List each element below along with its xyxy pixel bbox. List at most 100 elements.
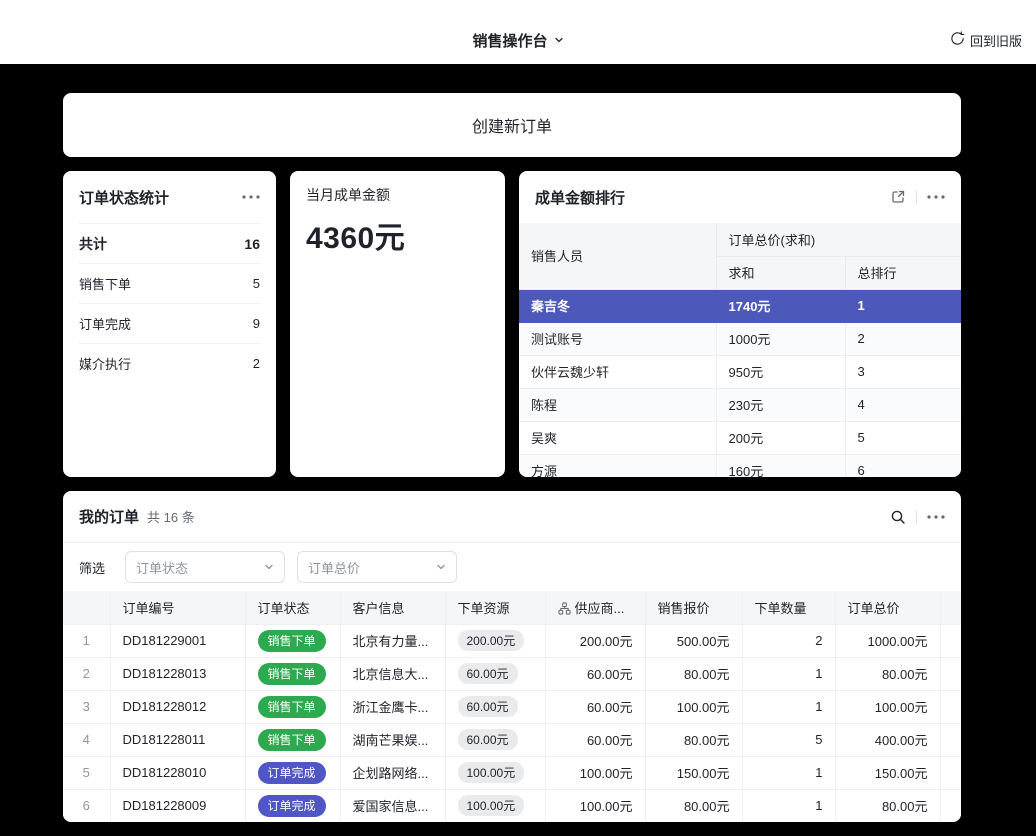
orders-card-header: 我的订单 共 16 条 [63,491,961,543]
status-row[interactable]: 销售下单 5 [79,263,260,303]
col-order-quantity[interactable]: 下单数量 [742,591,835,624]
order-row[interactable]: 2 DD181228013 销售下单 北京信息大... 60.00元 60.00… [63,657,961,690]
resource-tag: 200.00元 [458,630,525,651]
order-quantity: 1 [742,756,835,789]
more-icon[interactable] [927,515,945,519]
status-label: 销售下单 [79,274,131,293]
ranking-table: 销售人员 订单总价(求和) 求和 总排行 秦吉冬 1 [519,223,961,477]
order-number: DD181228013 [110,657,245,690]
order-sum: 950元 [716,355,845,388]
filler-cell [940,624,961,657]
order-status-stats-card: 订单状态统计 共计 16 销售下单 5 [63,171,276,477]
order-quantity: 1 [742,789,835,822]
salesperson-name: 方源 [519,454,716,477]
orders-title: 我的订单 [79,506,139,527]
monthly-amount-value: 4360元 [306,213,489,257]
status-row[interactable]: 订单完成 9 [79,303,260,343]
order-total: 400.00元 [835,723,940,756]
order-status-cell: 订单完成 [245,756,340,789]
order-status-filter[interactable]: 订单状态 [125,551,285,583]
filler-cell [940,789,961,822]
orders-table: 订单编号 订单状态 客户信息 下单资源 供应商... 销售报价 下单数量 订单总… [63,591,961,822]
orders-body: 1 DD181229001 销售下单 北京有力量... 200.00元 200.… [63,624,961,822]
status-card-title: 订单状态统计 [79,187,169,208]
back-to-old-version-button[interactable]: 回到旧版 [950,16,1022,64]
app-title-dropdown[interactable]: 销售操作台 [472,30,563,51]
order-quantity: 5 [742,723,835,756]
sales-quote: 100.00元 [645,690,742,723]
col-order-resource[interactable]: 下单资源 [445,591,545,624]
order-number: DD181229001 [110,624,245,657]
order-total: 100.00元 [835,690,940,723]
order-status-cell: 订单完成 [245,789,340,822]
status-card-header: 订单状态统计 [63,171,276,223]
rank-number: 6 [845,454,961,477]
more-icon[interactable] [927,195,945,199]
order-row[interactable]: 4 DD181228011 销售下单 湖南芒果娱... 60.00元 60.00… [63,723,961,756]
row-index: 1 [63,624,110,657]
col-salesperson: 销售人员 [519,223,716,289]
my-orders-card: 我的订单 共 16 条 筛选 订单状态 [63,491,961,822]
page: 销售操作台 回到旧版 创建新订单 订单状态统计 [0,0,1036,836]
order-row[interactable]: 6 DD181228009 订单完成 爱国家信息... 100.00元 100.… [63,789,961,822]
order-sum: 1740元 [716,289,845,322]
status-list: 共计 16 销售下单 5 订单完成 9 [63,223,276,383]
export-icon[interactable] [890,189,906,205]
col-customer-info[interactable]: 客户信息 [340,591,445,624]
monthly-amount-card: 当月成单金额 4360元 [290,171,505,477]
order-status-cell: 销售下单 [245,624,340,657]
order-number: DD181228011 [110,723,245,756]
orders-header-row: 订单编号 订单状态 客户信息 下单资源 供应商... 销售报价 下单数量 订单总… [63,591,961,624]
col-sales-quote[interactable]: 销售报价 [645,591,742,624]
col-sum: 求和 [716,256,845,289]
column-filler [940,591,961,624]
status-badge: 订单完成 [258,795,326,817]
col-order-total[interactable]: 订单总价 [835,591,940,624]
search-icon[interactable] [890,509,906,525]
ranking-row[interactable]: 方源 160元 6 [519,454,961,477]
resource-tag: 100.00元 [458,795,525,816]
ranking-row[interactable]: 秦吉冬 1740元 1 [519,289,961,322]
divider [916,510,917,524]
order-total: 80.00元 [835,657,940,690]
filter-row: 筛选 订单状态 订单总价 [63,543,961,591]
create-order-button[interactable]: 创建新订单 [63,93,961,157]
order-total: 80.00元 [835,789,940,822]
filler-cell [940,723,961,756]
resource-cell: 200.00元 [445,624,545,657]
stats-row: 订单状态统计 共计 16 销售下单 5 [63,171,961,477]
ranking-row[interactable]: 吴爽 200元 5 [519,421,961,454]
status-value: 9 [253,316,260,331]
supplier-price: 60.00元 [545,723,645,756]
status-row[interactable]: 媒介执行 2 [79,343,260,383]
ranking-row[interactable]: 测试账号 1000元 2 [519,322,961,355]
order-row[interactable]: 1 DD181229001 销售下单 北京有力量... 200.00元 200.… [63,624,961,657]
supplier-price: 60.00元 [545,657,645,690]
resource-cell: 60.00元 [445,657,545,690]
ranking-row[interactable]: 陈程 230元 4 [519,388,961,421]
status-row[interactable]: 共计 16 [79,223,260,263]
col-order-status[interactable]: 订单状态 [245,591,340,624]
status-badge: 销售下单 [258,729,326,751]
col-order-number[interactable]: 订单编号 [110,591,245,624]
order-total-filter-value: 订单总价 [308,558,360,577]
order-row[interactable]: 5 DD181228010 订单完成 企划路网络... 100.00元 100.… [63,756,961,789]
row-index: 3 [63,690,110,723]
sales-quote: 80.00元 [645,723,742,756]
order-row[interactable]: 3 DD181228012 销售下单 浙江金鹰卡... 60.00元 60.00… [63,690,961,723]
more-icon[interactable] [242,195,260,199]
col-supplier[interactable]: 供应商... [545,591,645,624]
order-total-filter[interactable]: 订单总价 [297,551,457,583]
resource-cell: 100.00元 [445,756,545,789]
resource-tag: 100.00元 [458,762,525,783]
resource-tag: 60.00元 [458,663,518,684]
sales-quote: 80.00元 [645,657,742,690]
order-sum: 230元 [716,388,845,421]
order-quantity: 2 [742,624,835,657]
resource-cell: 60.00元 [445,723,545,756]
rank-number: 5 [845,421,961,454]
salesperson-name: 伙伴云魏少轩 [519,355,716,388]
order-quantity: 1 [742,690,835,723]
order-status-cell: 销售下单 [245,657,340,690]
ranking-row[interactable]: 伙伴云魏少轩 950元 3 [519,355,961,388]
